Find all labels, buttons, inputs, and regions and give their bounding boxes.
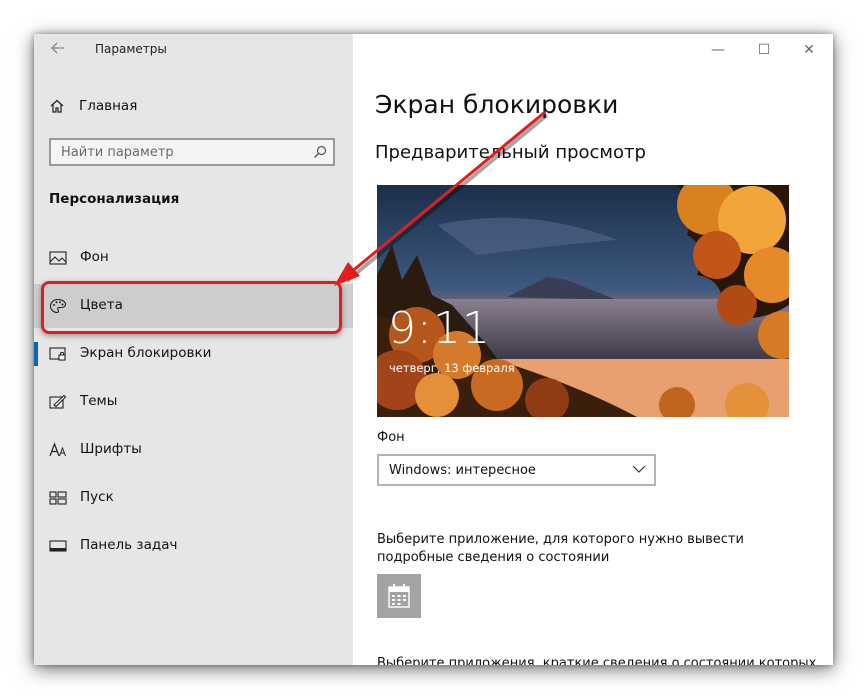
sidebar-item-label: Пуск [80,489,114,505]
preview-title: Предварительный просмотр [375,142,646,163]
preview-date: четверг, 13 февраля [389,361,515,375]
detailed-status-text: Выберите приложение, для которого нужно … [377,532,744,565]
fonts-icon [49,442,66,457]
back-button[interactable] [48,40,68,60]
sidebar: Параметры Главная Персонализация Фон [34,34,353,665]
detailed-status-app-button[interactable] [377,574,421,618]
picture-icon [49,251,67,265]
page-title: Экран блокировки [375,90,619,119]
maximize-button[interactable]: ☐ [744,40,784,60]
sidebar-item-background[interactable]: Фон [34,236,353,280]
main-content: — ☐ ✕ Экран блокировки Предварительный п… [353,34,833,665]
lock-screen-icon [49,347,66,361]
home-link[interactable]: Главная [49,94,137,118]
app-title: Параметры [95,42,167,56]
search-icon[interactable] [313,145,327,159]
chevron-down-icon [632,465,646,473]
background-select[interactable]: Windows: интересное [377,454,656,486]
background-label: Фон [377,430,405,445]
sidebar-item-themes[interactable]: Темы [34,380,353,424]
start-icon [49,491,67,505]
close-button[interactable]: ✕ [789,40,829,60]
sidebar-item-fonts[interactable]: Шрифты [34,428,353,472]
sidebar-item-start[interactable]: Пуск [34,476,353,520]
calendar-icon [388,584,410,608]
home-icon [50,99,64,113]
minimize-button[interactable]: — [698,40,738,60]
themes-icon [49,394,67,409]
sidebar-item-label: Панель задач [80,537,178,553]
section-title: Персонализация [49,191,180,207]
colors-highlight-frame [41,281,342,334]
search-input[interactable] [61,143,301,161]
search-box[interactable] [49,138,335,166]
home-label: Главная [79,98,138,114]
sidebar-item-label: Темы [80,393,118,409]
lock-screen-preview: 9:11 четверг, 13 февраля [377,185,789,417]
sidebar-item-taskbar[interactable]: Панель задач [34,524,353,568]
background-select-value: Windows: интересное [389,463,536,478]
quick-status-text: Выберите приложения, краткие сведения о … [377,656,817,665]
back-arrow-icon [51,42,64,54]
settings-window: Параметры Главная Персонализация Фон [34,34,833,665]
sidebar-item-label: Шрифты [80,441,142,457]
landscape-image [377,185,789,417]
taskbar-icon [49,540,67,552]
sidebar-item-label: Экран блокировки [80,345,212,361]
sidebar-item-label: Фон [80,249,109,265]
sidebar-item-lock-screen[interactable]: Экран блокировки [34,332,353,376]
preview-clock: 9:11 [388,303,491,354]
